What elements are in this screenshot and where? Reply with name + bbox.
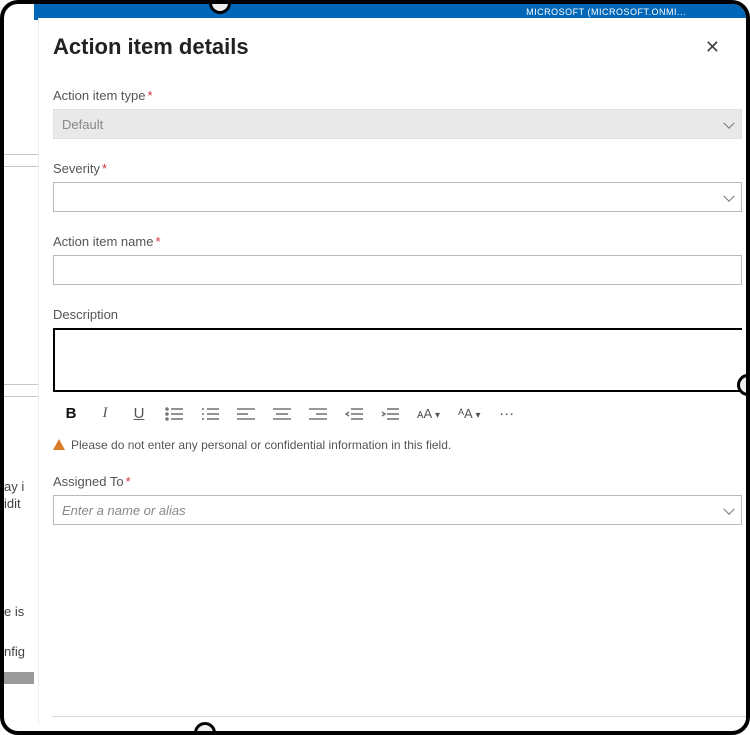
italic-button[interactable]: I	[97, 405, 113, 422]
bullet-list-button[interactable]	[165, 407, 183, 421]
label-action-item-type: Action item type*	[53, 88, 742, 103]
bg-text-fragment: e is	[4, 603, 26, 620]
field-assigned-to: Assigned To* Enter a name or alias	[53, 474, 746, 525]
window-frame: MICROSOFT (MICROSOFT.ONMI... ay i idit e…	[0, 0, 750, 735]
underline-button[interactable]: U	[131, 405, 147, 422]
align-center-icon	[273, 407, 291, 421]
chevron-down-icon: ▾	[476, 410, 481, 421]
font-size-increase-button[interactable]: ᴬA ▾	[458, 406, 481, 421]
label-assigned-to: Assigned To*	[53, 474, 742, 489]
close-button[interactable]: ✕	[701, 34, 724, 60]
label-description: Description	[53, 307, 742, 322]
align-right-icon	[309, 407, 327, 421]
required-indicator: *	[126, 474, 131, 489]
align-center-button[interactable]	[273, 407, 291, 421]
more-options-button[interactable]: ···	[499, 405, 515, 422]
bg-rule	[4, 384, 38, 385]
required-indicator: *	[102, 161, 107, 176]
font-size-decrease-button[interactable]: ᴀA ▾	[417, 406, 440, 421]
font-size-icon: ᴬA	[458, 406, 472, 421]
warning-icon	[53, 439, 65, 450]
align-left-button[interactable]	[237, 407, 255, 421]
action-item-name-input[interactable]	[53, 255, 742, 285]
warning-text: Please do not enter any personal or conf…	[71, 438, 451, 452]
bg-block	[4, 672, 34, 684]
bg-text-fragment: nfig	[4, 643, 27, 660]
bg-text-fragment: idit	[4, 495, 23, 512]
combobox-placeholder: Enter a name or alias	[62, 503, 186, 518]
description-textarea[interactable]	[53, 328, 742, 392]
bg-text-fragment: ay i	[4, 478, 26, 495]
privacy-warning: Please do not enter any personal or conf…	[53, 438, 746, 452]
label-text: Description	[53, 307, 118, 322]
bg-rule	[4, 396, 38, 397]
panel-header: Action item details ✕	[53, 34, 746, 60]
account-label: MICROSOFT (MICROSOFT.ONMI...	[526, 7, 686, 17]
outdent-icon	[345, 407, 363, 421]
select-value: Default	[62, 117, 103, 132]
chevron-down-icon	[723, 504, 734, 515]
label-text: Assigned To	[53, 474, 124, 489]
required-indicator: *	[148, 88, 153, 103]
align-left-icon	[237, 407, 255, 421]
footer-divider	[52, 716, 746, 717]
label-action-item-name: Action item name*	[53, 234, 742, 249]
label-text: Severity	[53, 161, 100, 176]
bg-rule	[4, 154, 38, 155]
label-severity: Severity*	[53, 161, 742, 176]
field-action-item-name: Action item name*	[53, 234, 746, 285]
number-list-icon	[201, 407, 219, 421]
panel-title: Action item details	[53, 34, 249, 60]
field-action-item-type: Action item type* Default	[53, 88, 746, 139]
number-list-button[interactable]	[201, 407, 219, 421]
rich-text-toolbar: B I U	[53, 397, 742, 432]
label-text: Action item name	[53, 234, 153, 249]
side-panel: Action item details ✕ Action item type* …	[38, 18, 746, 725]
indent-icon	[381, 407, 399, 421]
bold-button[interactable]: B	[63, 405, 79, 422]
label-text: Action item type	[53, 88, 146, 103]
align-right-button[interactable]	[309, 407, 327, 421]
chevron-down-icon: ▾	[435, 410, 440, 421]
severity-select[interactable]	[53, 182, 742, 212]
outdent-button[interactable]	[345, 407, 363, 421]
assigned-to-combobox[interactable]: Enter a name or alias	[53, 495, 742, 525]
action-item-type-select[interactable]: Default	[53, 109, 742, 139]
bg-rule	[4, 166, 38, 167]
close-icon: ✕	[705, 37, 720, 57]
required-indicator: *	[155, 234, 160, 249]
indent-button[interactable]	[381, 407, 399, 421]
bullet-list-icon	[165, 407, 183, 421]
field-severity: Severity*	[53, 161, 746, 212]
font-size-icon: ᴀA	[417, 406, 431, 421]
chevron-down-icon	[723, 118, 734, 129]
chevron-down-icon	[723, 191, 734, 202]
field-description: Description B I U	[53, 307, 746, 432]
